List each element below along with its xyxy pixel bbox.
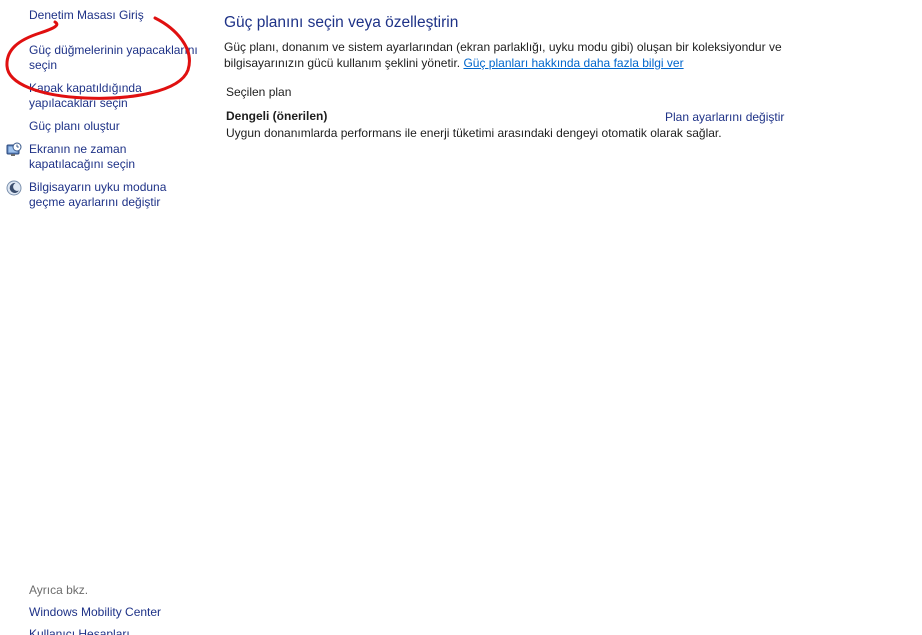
sidebar-item-display-off[interactable]: Ekranın ne zaman kapatılacağını seçin — [29, 142, 199, 172]
plan-name: Dengeli (önerilen) — [226, 109, 328, 123]
plan-description: Uygun donanımlarda performans ile enerji… — [226, 126, 722, 140]
selected-plan-section: Seçilen plan — [226, 85, 798, 101]
section-label: Seçilen plan — [226, 85, 298, 99]
task-pane: Denetim Masası Giriş Güç düğmelerinin ya… — [0, 0, 205, 635]
see-also-mobility-center[interactable]: Windows Mobility Center — [29, 605, 199, 620]
see-also-user-accounts[interactable]: Kullanıcı Hesapları — [29, 627, 199, 635]
intro-paragraph: Güç planı, donanım ve sistem ayarlarında… — [224, 40, 804, 71]
control-panel-home-link[interactable]: Denetim Masası Giriş — [29, 8, 199, 23]
page-title: Güç planını seçin veya özelleştirin — [224, 14, 459, 31]
sidebar-item-power-buttons[interactable]: Güç düğmelerinin yapacaklarını seçin — [29, 43, 199, 73]
learn-more-link[interactable]: Güç planları hakkında daha fazla bilgi v… — [463, 56, 683, 70]
display-clock-icon — [6, 142, 22, 158]
moon-sleep-icon — [6, 180, 22, 196]
see-also-heading: Ayrıca bkz. — [29, 583, 89, 597]
sidebar-item-sleep-settings[interactable]: Bilgisayarın uyku moduna geçme ayarların… — [29, 180, 199, 210]
section-divider — [226, 91, 798, 92]
change-plan-settings-link[interactable]: Plan ayarlarını değiştir — [665, 110, 784, 124]
power-options-window: Denetim Masası Giriş Güç düğmelerinin ya… — [0, 0, 922, 635]
sidebar-item-lid-close[interactable]: Kapak kapatıldığında yapılacakları seçin — [29, 81, 199, 111]
sidebar-item-create-plan[interactable]: Güç planı oluştur — [29, 119, 199, 134]
